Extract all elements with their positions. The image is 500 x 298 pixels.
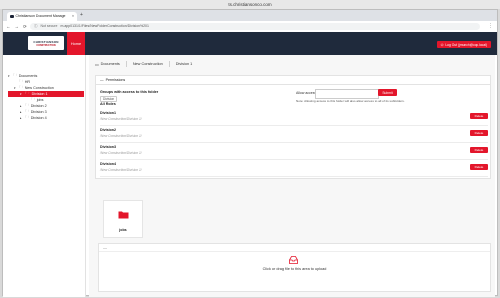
tree-label: Division 3 [30,110,47,114]
role-path: /New Construction/Division 1/ [100,117,142,121]
favicon-icon [10,14,14,18]
forward-icon[interactable]: → [15,24,20,30]
caret-right-icon[interactable]: ▸ [20,116,23,120]
upload-header[interactable]: — [99,244,490,252]
role-path: /New Construction/Division 1/ [100,134,142,138]
caret-right-icon[interactable]: ▸ [20,104,23,108]
delete-role-button[interactable]: Delete [470,130,488,136]
window-title: ts.christiansonco.com [228,2,272,7]
role-row: Division1 /New Construction/Division 1/ … [100,109,488,126]
folder-name: jobs [119,228,127,232]
submit-button[interactable]: Submit [378,89,397,96]
caret-right-icon[interactable]: ▸ [20,110,23,114]
logout-icon: ⏻ [440,42,444,47]
nav-buttons: ← → ⟳ [6,24,27,30]
not-secure-label: Not secure [40,24,58,29]
tree-label: jobs [36,98,44,102]
info-icon[interactable]: ⓘ [34,24,38,29]
browser-tab[interactable]: Christianson Document Manage × [7,11,77,21]
caret-down-icon[interactable]: ▾ [8,74,11,78]
tree-label: Division 1 [31,92,48,96]
role-path: /New Construction/Division 1/ [100,151,142,155]
allow-access-input[interactable] [315,89,379,99]
tab-strip: Christianson Document Manage × + [3,10,497,21]
tree-node-division-4[interactable]: ▸ 🗀 Division 4 [8,115,84,121]
reload-icon[interactable]: ⟳ [23,24,27,30]
delete-role-button[interactable]: Delete [470,113,488,119]
role-row: Division3 /New Construction/Division 1/ … [100,143,488,160]
macos-window: ts.christiansonco.com Christianson Docum… [0,0,500,298]
logout-button[interactable]: ⏻ Log Out (jmunch@cqc.local) [436,41,491,48]
permissions-title: Permissions [105,78,126,82]
access-note: Note: Allowing access to this folder wil… [296,99,405,103]
breadcrumb-documents[interactable]: Documents [101,62,120,66]
close-tab-icon[interactable]: × [72,14,74,18]
all-roles-title: All Roles [100,102,116,106]
tree-label: Division 2 [30,104,47,108]
breadcrumb-divider [168,61,170,67]
folder-icon: ▭ [95,62,99,67]
role-name: Division2 [100,128,116,132]
collapse-icon[interactable]: — [103,245,107,250]
folder-icon [118,211,129,219]
main-content: ▭ Documents New Construction Division 1 … [89,55,495,297]
app-header: CHRISTIANSON CONSTRUCTION Home ⏻ Log Out… [3,32,497,55]
tree-label: HR [24,80,31,84]
folder-tree-sidebar: ▾ 🗀 Documents 🗀 HR ▾ 🗀 New Construction … [3,55,86,297]
role-path: /New Construction/Division 1/ [100,168,142,172]
caret-down-icon[interactable]: ▾ [20,92,23,96]
folder-icon: 🗀 [31,97,35,101]
tree-label: New Construction [24,86,54,90]
inbox-icon [289,256,298,264]
browser-menu-icon[interactable]: ⋮ [488,23,493,29]
folder-open-icon: 🗁 [25,91,30,95]
folder-tree: ▾ 🗀 Documents 🗀 HR ▾ 🗀 New Construction … [8,73,84,121]
url-text: m.app0131/1/Files/NewFolderConstruction/… [60,24,149,29]
tree-label: Documents [18,74,38,78]
folder-icon: 🗀 [19,85,23,89]
permissions-panel: — Permissions Groups with access to this… [95,75,491,179]
folder-icon: 🗀 [25,115,29,119]
role-name: Division1 [100,111,116,115]
macos-titlebar: ts.christiansonco.com [0,0,500,9]
groups-title: Groups with access to this folder [100,90,159,94]
address-bar[interactable]: ⓘ Not secure m.app0131/1/Files/NewFolder… [30,22,480,30]
browser-tab-title: Christianson Document Manage [15,14,66,19]
new-tab-button[interactable]: + [80,12,83,18]
upload-instructions: Click or drag file to this area to uploa… [262,267,327,271]
browser-window: Christianson Document Manage × + ← → ⟳ ⓘ… [2,9,498,297]
home-nav-button[interactable]: Home [67,32,85,55]
breadcrumb-division-1[interactable]: Division 1 [176,62,192,66]
company-logo[interactable]: CHRISTIANSON CONSTRUCTION [28,36,64,50]
folder-icon: 🗀 [13,73,17,77]
breadcrumb-divider [125,61,127,67]
role-row: Division4 /New Construction/Division 1/ … [100,160,488,177]
upload-dropzone[interactable]: — Click or drag file to this area to upl… [98,243,491,292]
back-icon[interactable]: ← [6,24,11,30]
tree-label: Division 4 [30,116,47,120]
breadcrumb-new-construction[interactable]: New Construction [133,62,163,66]
role-name: Division3 [100,145,116,149]
delete-role-button[interactable]: Delete [470,164,488,170]
collapse-icon[interactable]: — [100,78,104,82]
logout-label: Log Out (jmunch@cqc.local) [445,42,487,47]
logo-line2: CONSTRUCTION [36,43,56,47]
folder-card-jobs[interactable]: jobs [103,200,143,238]
role-name: Division4 [100,162,116,166]
role-row: Division2 /New Construction/Division 1/ … [100,126,488,143]
permissions-header[interactable]: — Permissions [96,76,490,85]
caret-down-icon[interactable]: ▾ [14,86,17,90]
breadcrumb: ▭ Documents New Construction Division 1 [95,61,192,67]
delete-role-button[interactable]: Delete [470,147,488,153]
